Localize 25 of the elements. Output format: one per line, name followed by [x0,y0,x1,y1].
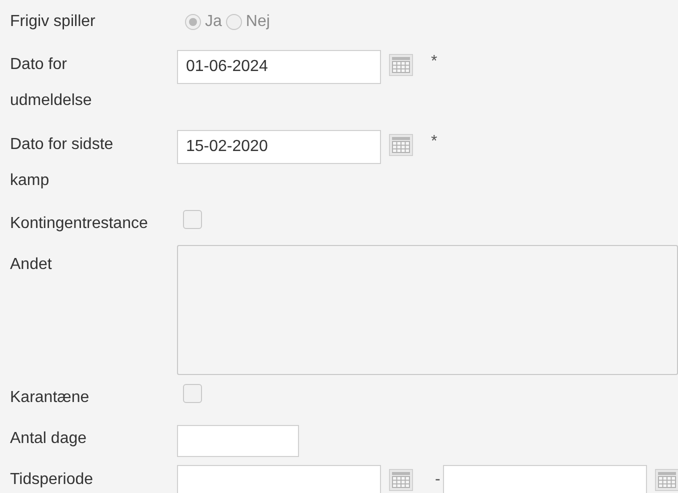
field-label: Dato for udmeldelse [10,55,93,111]
number-field[interactable] [177,425,299,457]
radio-label: Nej [246,12,270,32]
field-label: Tidsperiode [10,470,94,490]
field-label: Andet [10,255,52,275]
checkbox[interactable] [183,384,202,403]
text-area[interactable] [177,245,678,375]
required-mark: * [431,132,438,152]
calendar-icon[interactable] [655,469,678,491]
required-mark: * [431,52,438,72]
calendar-icon[interactable] [389,134,413,156]
calendar-icon[interactable] [389,54,413,76]
date-field[interactable] [177,465,381,493]
field-label: Karantæne [10,388,90,408]
radio-label: Ja [205,12,222,32]
range-separator: - [435,470,440,490]
date-field[interactable]: 15-02-2020 [177,130,381,164]
calendar-icon[interactable] [389,469,413,491]
date-field[interactable]: 01-06-2024 [177,50,381,84]
field-label: Dato for sidste kamp [10,135,114,191]
field-label: Antal dage [10,429,87,449]
field-label: Kontingentrestance [10,214,148,234]
field-label: Frigiv spiller [10,12,96,32]
date-field[interactable] [443,465,648,493]
checkbox[interactable] [183,210,202,229]
